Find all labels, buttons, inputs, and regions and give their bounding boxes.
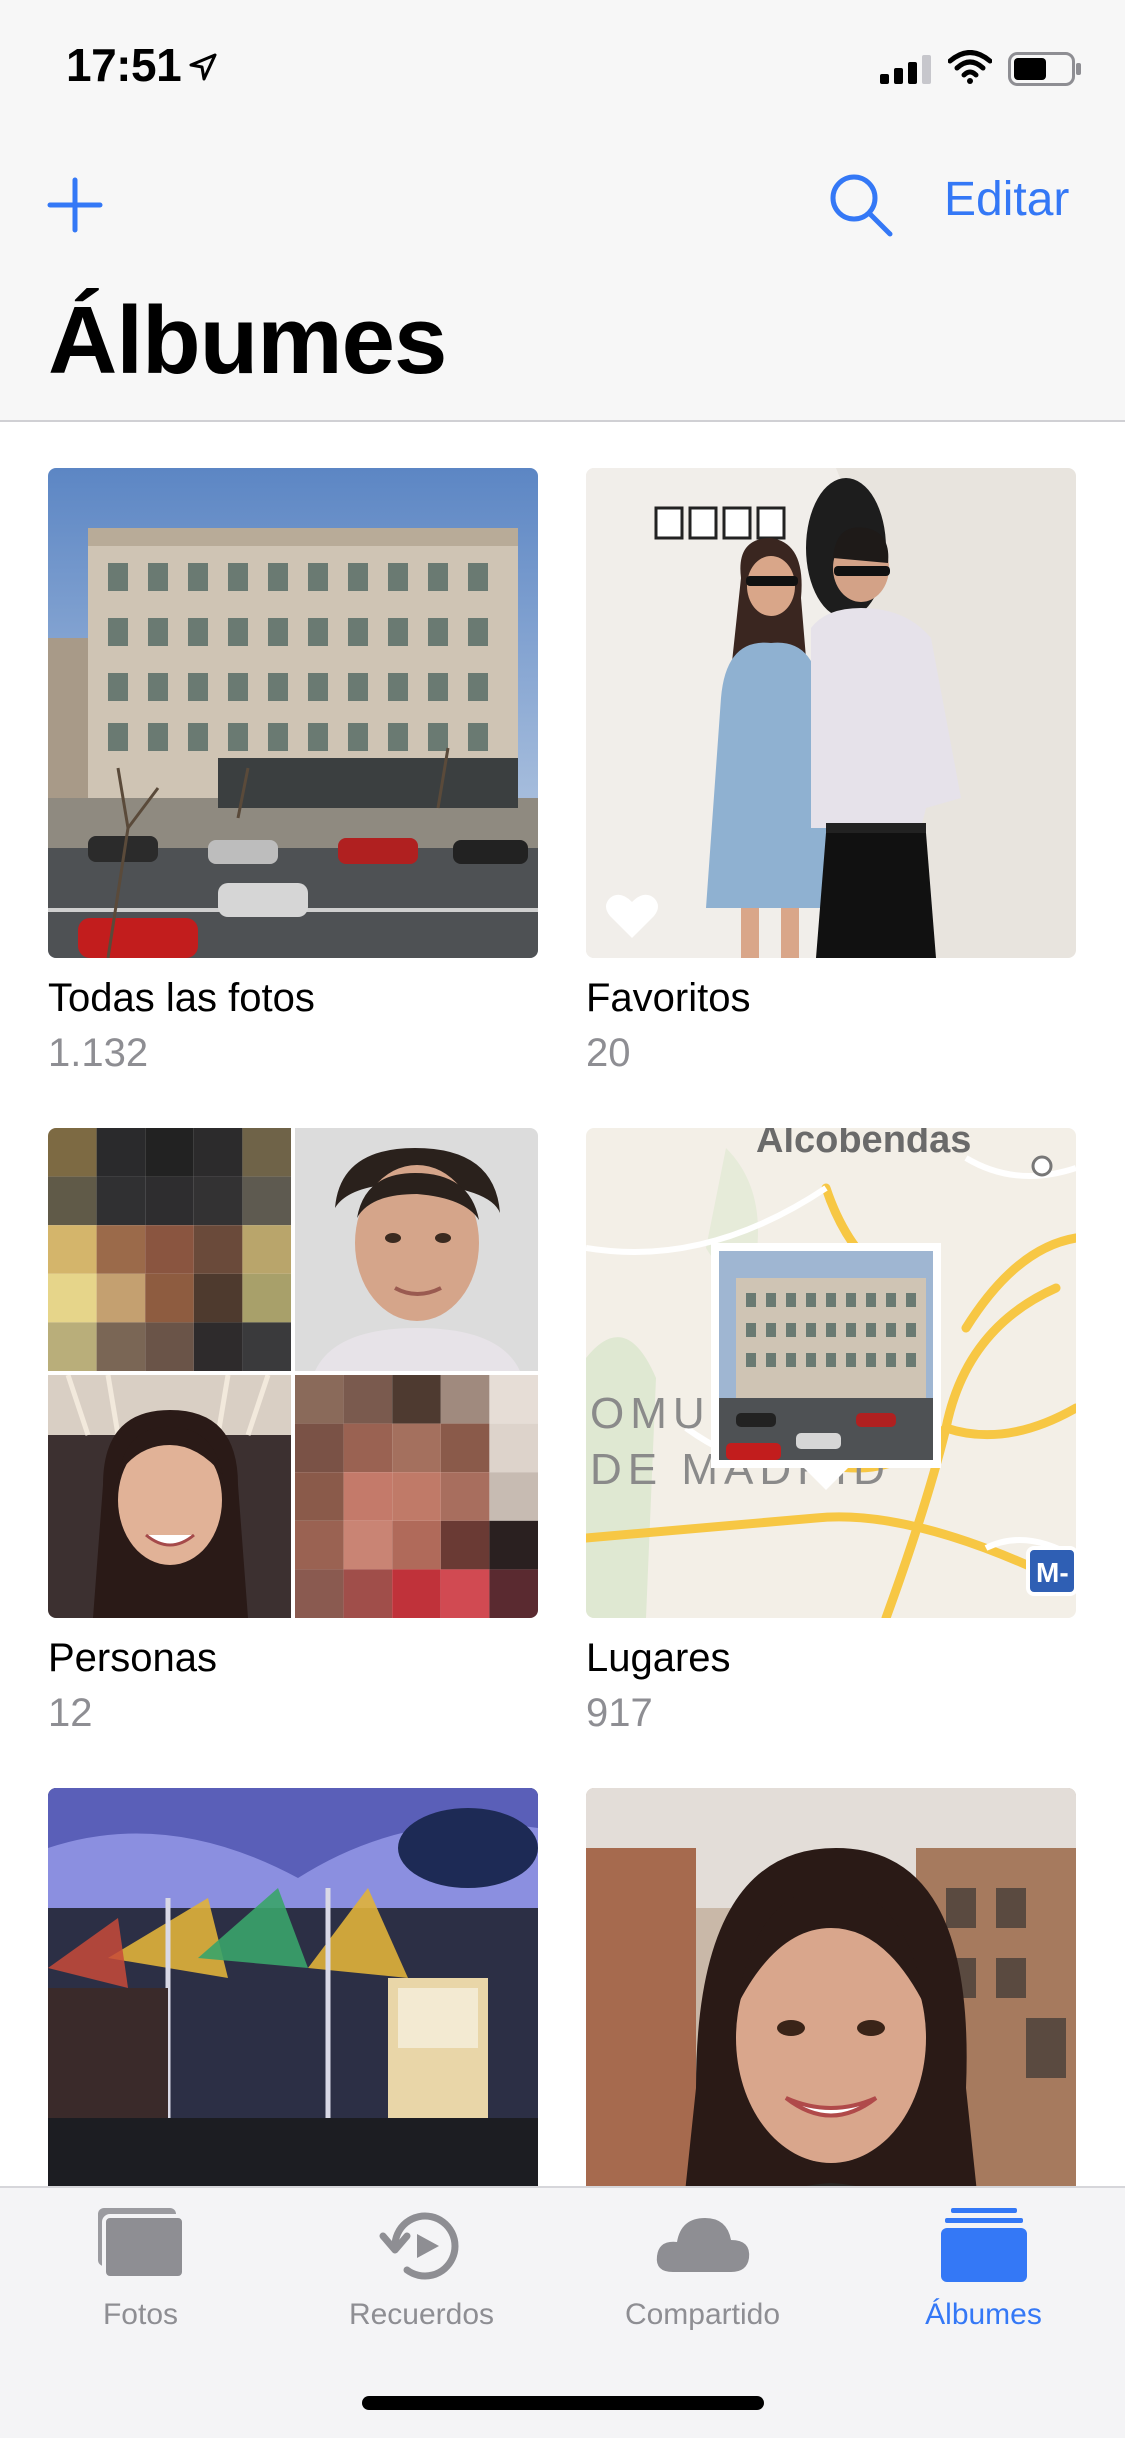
woman-portrait-thumb: [48, 1375, 291, 1618]
photos-stack-icon: [97, 2208, 186, 2280]
tab-label: Álbumes: [925, 2298, 1042, 2331]
albums-icon: [940, 2208, 1027, 2282]
building-street-photo: [48, 468, 538, 958]
tab-fotos[interactable]: Fotos: [0, 2188, 281, 2348]
album-thumbnail: Alcobendas OMU DE MADRID M-: [586, 1128, 1076, 1618]
status-time: 17:51: [66, 39, 182, 91]
tab-label: Fotos: [102, 2298, 179, 2331]
man-portrait-thumb: [295, 1128, 538, 1371]
couple-photo: [586, 468, 1076, 958]
home-indicator[interactable]: [362, 2396, 764, 2410]
album-count: 917: [586, 1691, 653, 1735]
albums-grid: Todas las fotos 1.132 Favoritos 20 Perso…: [0, 422, 1125, 2186]
location-arrow-icon: [189, 53, 217, 81]
album-thumb-mall[interactable]: [48, 1788, 538, 2186]
album-count: 20: [586, 1031, 631, 1075]
map-thumb: Alcobendas OMU DE MADRID M-: [586, 1128, 1076, 1618]
album-title: Personas: [48, 1636, 217, 1680]
heart-icon: [606, 894, 658, 938]
tab-albumes[interactable]: Álbumes: [843, 2188, 1124, 2348]
album-all-photos[interactable]: Todas las fotos 1.132: [48, 468, 538, 1076]
album-thumbnail: [48, 468, 538, 958]
album-thumbnail: [48, 1128, 538, 1618]
album-count: 12: [48, 1691, 93, 1735]
album-title: Lugares: [586, 1636, 731, 1680]
album-title: Favoritos: [586, 976, 751, 1020]
tab-label: Compartido: [624, 2298, 781, 2331]
search-icon[interactable]: [826, 170, 896, 240]
battery-icon: [1008, 52, 1081, 86]
map-label-comunidad: OMU: [590, 1389, 711, 1438]
cloud-icon: [656, 2218, 749, 2272]
album-favorites[interactable]: Favoritos 20: [586, 468, 1076, 1076]
page-title: Álbumes: [48, 287, 447, 394]
album-thumbnail: [586, 468, 1076, 958]
album-thumbnail: [586, 1788, 1076, 2186]
wifi-icon: [948, 50, 992, 84]
edit-button[interactable]: Editar: [944, 172, 1069, 227]
memories-icon: [379, 2212, 458, 2280]
navigation-bar: Editar Álbumes: [0, 132, 1125, 422]
album-thumb-selfie[interactable]: [586, 1788, 1076, 2186]
map-road-sign: M-: [1036, 1557, 1069, 1588]
cellular-signal-icon: [880, 55, 931, 84]
selfie-photo: [586, 1788, 1076, 2186]
status-bar: 17:51: [0, 0, 1125, 132]
pixelated-face-thumb: [48, 1128, 291, 1371]
tab-compartido[interactable]: Compartido: [562, 2188, 843, 2348]
tab-label: Recuerdos: [348, 2298, 495, 2331]
album-title: Todas las fotos: [48, 976, 315, 1020]
album-thumbnail: [48, 1788, 538, 2186]
tab-recuerdos[interactable]: Recuerdos: [281, 2188, 562, 2348]
map-label-alcobendas: Alcobendas: [756, 1128, 971, 1161]
add-album-icon[interactable]: [42, 172, 108, 238]
album-people[interactable]: Personas 12: [48, 1128, 538, 1736]
pixelated-face-thumb: [295, 1375, 538, 1618]
album-count: 1.132: [48, 1031, 149, 1075]
album-places[interactable]: Alcobendas OMU DE MADRID M- Lugares 917: [586, 1128, 1076, 1736]
mall-interior-photo: [48, 1788, 538, 2186]
